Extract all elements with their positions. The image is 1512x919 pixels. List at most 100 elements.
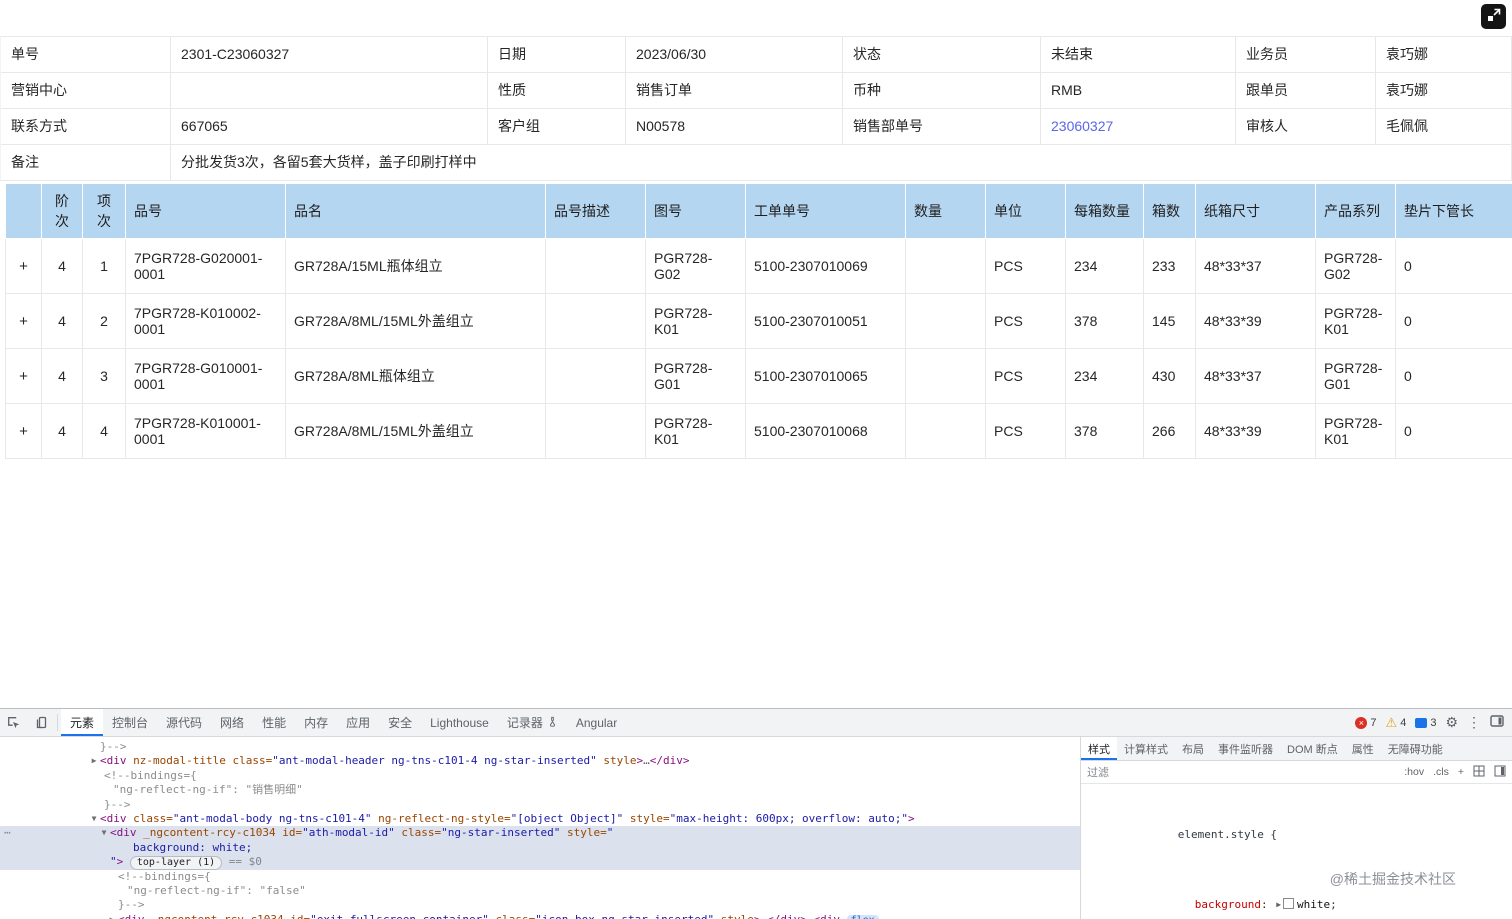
table-cell: 48*33*37 bbox=[1195, 238, 1316, 294]
tab-accessibility[interactable]: 无障碍功能 bbox=[1381, 737, 1450, 760]
expand-row-button[interactable]: + bbox=[5, 238, 42, 294]
code-line[interactable]: "ng-reflect-ng-if": "false" bbox=[0, 884, 1080, 898]
table-cell: 3 bbox=[82, 348, 126, 404]
code-line[interactable]: }--> bbox=[0, 898, 1080, 912]
tab-security[interactable]: 安全 bbox=[379, 709, 421, 736]
table-cell: 4 bbox=[41, 348, 83, 404]
field-label: 单号 bbox=[1, 37, 171, 73]
expand-arrow-icon[interactable]: ▶ bbox=[106, 913, 118, 919]
color-swatch[interactable] bbox=[1283, 898, 1295, 909]
styles-filter-input[interactable]: 过滤 bbox=[1087, 764, 1395, 780]
elements-tree[interactable]: }--> ▶ <div nz-modal-title class="ant-moda… bbox=[0, 737, 1081, 919]
field-label: 性质 bbox=[488, 73, 626, 109]
table-cell: 2 bbox=[82, 293, 126, 349]
tab-sources[interactable]: 源代码 bbox=[157, 709, 211, 736]
code-line[interactable]: "ng-reflect-ng-if": "销售明细" bbox=[0, 783, 1080, 797]
table-cell: 4 bbox=[41, 403, 83, 459]
fullscreen-exit-button[interactable] bbox=[1481, 4, 1506, 29]
warning-count-badge[interactable]: ⚠ 4 bbox=[1386, 716, 1407, 729]
expand-arrow-icon[interactable]: ▶ bbox=[88, 754, 100, 768]
field-label: 联系方式 bbox=[1, 109, 171, 145]
table-cell bbox=[545, 238, 646, 294]
shorthand-expand-icon[interactable]: ▶ bbox=[1276, 900, 1281, 909]
table-cell bbox=[905, 293, 986, 349]
table-cell: 5100-2307010069 bbox=[745, 238, 906, 294]
new-style-rule-button[interactable]: + bbox=[1458, 766, 1464, 778]
code-line[interactable]: ▶ <div nz-modal-title class="ant-modal-he… bbox=[0, 754, 1080, 768]
code-line[interactable]: ▶<div _ngcontent-rcy-c1034 id="exit-full… bbox=[0, 913, 1080, 919]
styles-sidebar: 样式 计算样式 布局 事件监听器 DOM 断点 属性 无障碍功能 过滤 :hov… bbox=[1081, 737, 1512, 919]
tab-recorder[interactable]: 记录器 bbox=[498, 709, 567, 736]
collapse-arrow-icon[interactable]: ▼ bbox=[88, 812, 100, 826]
table-cell: 5100-2307010065 bbox=[745, 348, 906, 404]
devtools-tabbar: 元素 控制台 源代码 网络 性能 内存 应用 安全 Lighthouse 记录器… bbox=[0, 709, 1512, 737]
hover-state-toggle[interactable]: :hov bbox=[1404, 766, 1424, 778]
tab-dom-breakpoints[interactable]: DOM 断点 bbox=[1280, 737, 1345, 760]
code-line[interactable]: background: white; bbox=[0, 840, 1080, 856]
field-label: 客户组 bbox=[488, 109, 626, 145]
table-cell: 378 bbox=[1065, 403, 1144, 459]
flex-badge[interactable]: flex bbox=[846, 914, 879, 919]
tab-angular[interactable]: Angular bbox=[567, 709, 626, 736]
tab-console[interactable]: 控制台 bbox=[103, 709, 157, 736]
collapse-arrow-icon[interactable]: ▼ bbox=[98, 826, 110, 840]
warning-count: 4 bbox=[1400, 716, 1407, 729]
tab-computed[interactable]: 计算样式 bbox=[1117, 737, 1175, 760]
table-cell: 48*33*39 bbox=[1195, 403, 1316, 459]
settings-gear-icon[interactable]: ⚙ bbox=[1445, 714, 1458, 731]
expand-row-button[interactable]: + bbox=[5, 293, 42, 349]
top-layer-badge[interactable]: top-layer (1) bbox=[129, 856, 223, 871]
field-label: 销售部单号 bbox=[843, 109, 1041, 145]
column-header: 品号描述 bbox=[545, 183, 646, 239]
table-cell: 48*33*39 bbox=[1195, 293, 1316, 349]
tab-styles[interactable]: 样式 bbox=[1081, 737, 1117, 760]
rule-selector[interactable]: element.style bbox=[1178, 828, 1264, 841]
sales-order-number-link[interactable]: 23060327 bbox=[1051, 118, 1113, 134]
tab-network[interactable]: 网络 bbox=[211, 709, 253, 736]
expand-row-button[interactable]: + bbox=[5, 403, 42, 459]
styles-options-icon[interactable] bbox=[1494, 765, 1506, 780]
code-line[interactable]: }--> bbox=[0, 798, 1080, 812]
devtools-panel: 元素 控制台 源代码 网络 性能 内存 应用 安全 Lighthouse 记录器… bbox=[0, 708, 1512, 919]
tab-recorder-label: 记录器 bbox=[506, 716, 543, 730]
table-cell bbox=[545, 403, 646, 459]
expand-row-button[interactable]: + bbox=[5, 348, 42, 404]
code-line[interactable]: "> top-layer (1) == $0 bbox=[0, 855, 1080, 871]
class-toggle[interactable]: .cls bbox=[1433, 766, 1449, 778]
tab-application[interactable]: 应用 bbox=[337, 709, 379, 736]
error-count: 7 bbox=[1370, 716, 1377, 729]
table-cell: 48*33*37 bbox=[1195, 348, 1316, 404]
computed-sidebar-toggle-icon[interactable] bbox=[1473, 765, 1485, 780]
table-cell: 7PGR728-G010001-0001 bbox=[125, 348, 286, 404]
table-cell: PGR728-K01 bbox=[1315, 293, 1396, 349]
code-line[interactable]: <!--bindings={ bbox=[0, 769, 1080, 783]
tab-layout[interactable]: 布局 bbox=[1175, 737, 1211, 760]
code-line[interactable]: }--> bbox=[0, 740, 1080, 754]
tab-properties[interactable]: 属性 bbox=[1345, 737, 1381, 760]
inspect-element-icon[interactable] bbox=[0, 709, 27, 736]
column-header: 每箱数量 bbox=[1065, 183, 1144, 239]
code-line[interactable]: ⋯ ▼ <div _ngcontent-rcy-c1034 id="ath-moda… bbox=[0, 826, 1080, 841]
table-cell: 145 bbox=[1143, 293, 1196, 349]
error-count-badge[interactable]: × 7 bbox=[1355, 716, 1377, 729]
detail-table: 阶次 项次 品号 品名 品号描述 图号 工单单号 数量 单位 每箱数量 箱数 纸… bbox=[5, 183, 1512, 459]
device-toolbar-icon[interactable] bbox=[27, 709, 54, 736]
issues-count-badge[interactable]: 3 bbox=[1415, 717, 1436, 729]
field-label: 业务员 bbox=[1236, 37, 1376, 73]
field-value: 未结束 bbox=[1041, 37, 1236, 73]
tab-memory[interactable]: 内存 bbox=[295, 709, 337, 736]
style-property[interactable]: background: ▶ white; bbox=[1085, 884, 1508, 919]
field-value: N00578 bbox=[626, 109, 843, 145]
code-line[interactable]: <!--bindings={ bbox=[0, 870, 1080, 884]
table-row: + 4 2 7PGR728-K010002-0001 GR728A/8ML/15… bbox=[5, 293, 1512, 349]
styles-rules-list: element.style { background: ▶white; } gl… bbox=[1081, 784, 1512, 919]
more-options-icon[interactable]: ⋮ bbox=[1467, 714, 1481, 731]
field-value: 2301-C23060327 bbox=[171, 37, 488, 73]
dock-side-icon[interactable] bbox=[1490, 715, 1504, 730]
table-cell: PGR728-K01 bbox=[1315, 403, 1396, 459]
tab-elements[interactable]: 元素 bbox=[61, 709, 104, 736]
tab-lighthouse[interactable]: Lighthouse bbox=[421, 709, 498, 736]
tab-performance[interactable]: 性能 bbox=[253, 709, 295, 736]
tab-event-listeners[interactable]: 事件监听器 bbox=[1211, 737, 1280, 760]
code-line[interactable]: ▼ <div class="ant-modal-body ng-tns-c101-… bbox=[0, 812, 1080, 826]
